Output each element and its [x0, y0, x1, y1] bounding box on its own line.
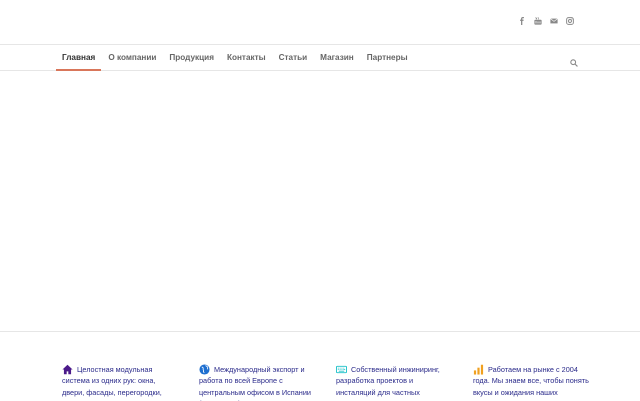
menu-item-home[interactable]: Главная: [55, 45, 102, 71]
feature-export: Международный экспорт и работа по всей Е…: [199, 364, 315, 401]
feature-text: Целостная модульная система из одних рук…: [62, 365, 162, 401]
feature-text: Международный экспорт и работа по всей Е…: [199, 365, 311, 401]
youtube-icon[interactable]: [534, 17, 542, 25]
main-content-area: [0, 71, 640, 331]
social-links: [518, 17, 574, 25]
feature-text: Работаем на рынке с 2004 года. Мы знаем …: [473, 365, 589, 401]
chart-icon: [473, 364, 484, 375]
top-header: [0, 0, 640, 45]
main-navigation: Главная О компании Продукция Контакты Ст…: [0, 45, 640, 71]
globe-icon: [199, 364, 210, 375]
feature-engineering: Собственный инжиниринг, разработка проек…: [336, 364, 452, 401]
facebook-icon[interactable]: [518, 17, 526, 25]
menu-item-shop[interactable]: Магазин: [320, 45, 354, 70]
menu-item-about[interactable]: О компании: [108, 45, 156, 70]
menu-item-articles[interactable]: Статьи: [279, 45, 308, 70]
instagram-icon[interactable]: [566, 17, 574, 25]
menu-item-contacts[interactable]: Контакты: [227, 45, 266, 70]
search-icon[interactable]: [570, 54, 578, 67]
keyboard-icon: [336, 364, 347, 375]
features-section: Целостная модульная система из одних рук…: [0, 331, 640, 401]
feature-experience: Работаем на рынке с 2004 года. Мы знаем …: [473, 364, 589, 401]
feature-text: Собственный инжиниринг, разработка проек…: [336, 365, 440, 401]
mail-icon[interactable]: [550, 17, 558, 25]
feature-modular-system: Целостная модульная система из одних рук…: [62, 364, 178, 401]
menu-item-partners[interactable]: Партнеры: [367, 45, 408, 70]
menu-item-products[interactable]: Продукция: [169, 45, 214, 70]
home-icon: [62, 364, 73, 375]
main-menu: Главная О компании Продукция Контакты Ст…: [55, 45, 421, 71]
